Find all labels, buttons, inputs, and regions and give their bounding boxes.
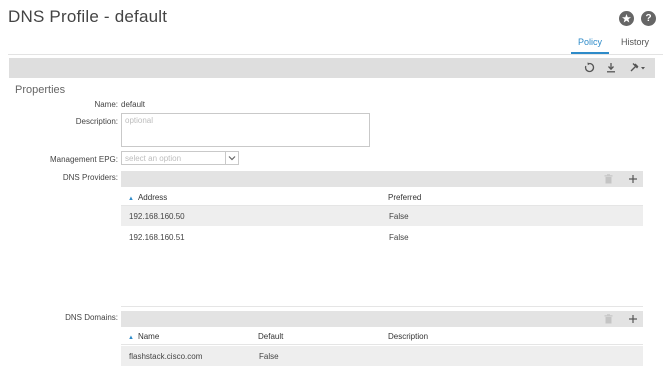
table-row[interactable]: 192.168.160.51 False bbox=[121, 227, 643, 247]
preferred-cell: False bbox=[389, 212, 409, 221]
refresh-icon[interactable] bbox=[584, 62, 595, 73]
policy-toolbar bbox=[9, 58, 655, 78]
sort-ascending-icon: ▲ bbox=[128, 196, 134, 202]
add-icon[interactable] bbox=[628, 174, 638, 184]
properties-heading: Properties bbox=[15, 84, 66, 96]
address-cell: 192.168.160.51 bbox=[129, 233, 185, 242]
management-epg-placeholder: select an option bbox=[125, 154, 182, 163]
preferred-cell: False bbox=[389, 233, 409, 242]
dns-providers-toolbar bbox=[121, 171, 643, 187]
column-header-address[interactable]: ▲ Address bbox=[128, 193, 167, 202]
column-header-name[interactable]: ▲ Name bbox=[128, 332, 159, 341]
header-divider bbox=[121, 344, 643, 345]
description-label: Description: bbox=[75, 117, 118, 126]
tab-policy[interactable]: Policy bbox=[578, 37, 602, 47]
chevron-down-icon[interactable] bbox=[225, 152, 238, 164]
address-cell: 192.168.160.50 bbox=[129, 212, 185, 221]
column-header-address-label: Address bbox=[137, 193, 168, 202]
page-title: DNS Profile - default bbox=[8, 7, 168, 26]
management-epg-select[interactable]: select an option bbox=[121, 151, 239, 165]
trash-icon[interactable] bbox=[604, 314, 613, 324]
sort-ascending-icon: ▲ bbox=[128, 335, 134, 341]
description-field[interactable]: optional bbox=[121, 113, 370, 147]
tab-history[interactable]: History bbox=[621, 37, 649, 47]
add-icon[interactable] bbox=[628, 314, 638, 324]
tools-icon[interactable] bbox=[629, 62, 647, 73]
dns-domains-toolbar bbox=[121, 311, 643, 327]
description-placeholder: optional bbox=[125, 116, 154, 125]
download-icon[interactable] bbox=[606, 62, 616, 73]
trash-icon[interactable] bbox=[604, 174, 613, 184]
column-header-name-label: Name bbox=[137, 332, 160, 341]
help-glyph: ? bbox=[645, 13, 652, 24]
table-row[interactable]: flashstack.cisco.com False bbox=[121, 346, 643, 366]
domain-name-cell: flashstack.cisco.com bbox=[129, 352, 203, 361]
section-divider bbox=[121, 306, 643, 307]
dns-providers-label: DNS Providers: bbox=[62, 173, 118, 182]
tabs-divider bbox=[8, 54, 663, 55]
dns-domains-label: DNS Domains: bbox=[65, 313, 118, 322]
management-epg-label: Management EPG: bbox=[49, 155, 118, 164]
name-value: default bbox=[121, 100, 146, 109]
name-label: Name: bbox=[94, 100, 118, 109]
table-row[interactable]: 192.168.160.50 False bbox=[121, 206, 643, 226]
column-header-description[interactable]: Description bbox=[388, 332, 428, 341]
star-icon[interactable] bbox=[619, 11, 634, 26]
column-header-preferred[interactable]: Preferred bbox=[388, 193, 421, 202]
default-cell: False bbox=[259, 352, 279, 361]
help-icon[interactable]: ? bbox=[641, 11, 656, 26]
column-header-default[interactable]: Default bbox=[258, 332, 283, 341]
